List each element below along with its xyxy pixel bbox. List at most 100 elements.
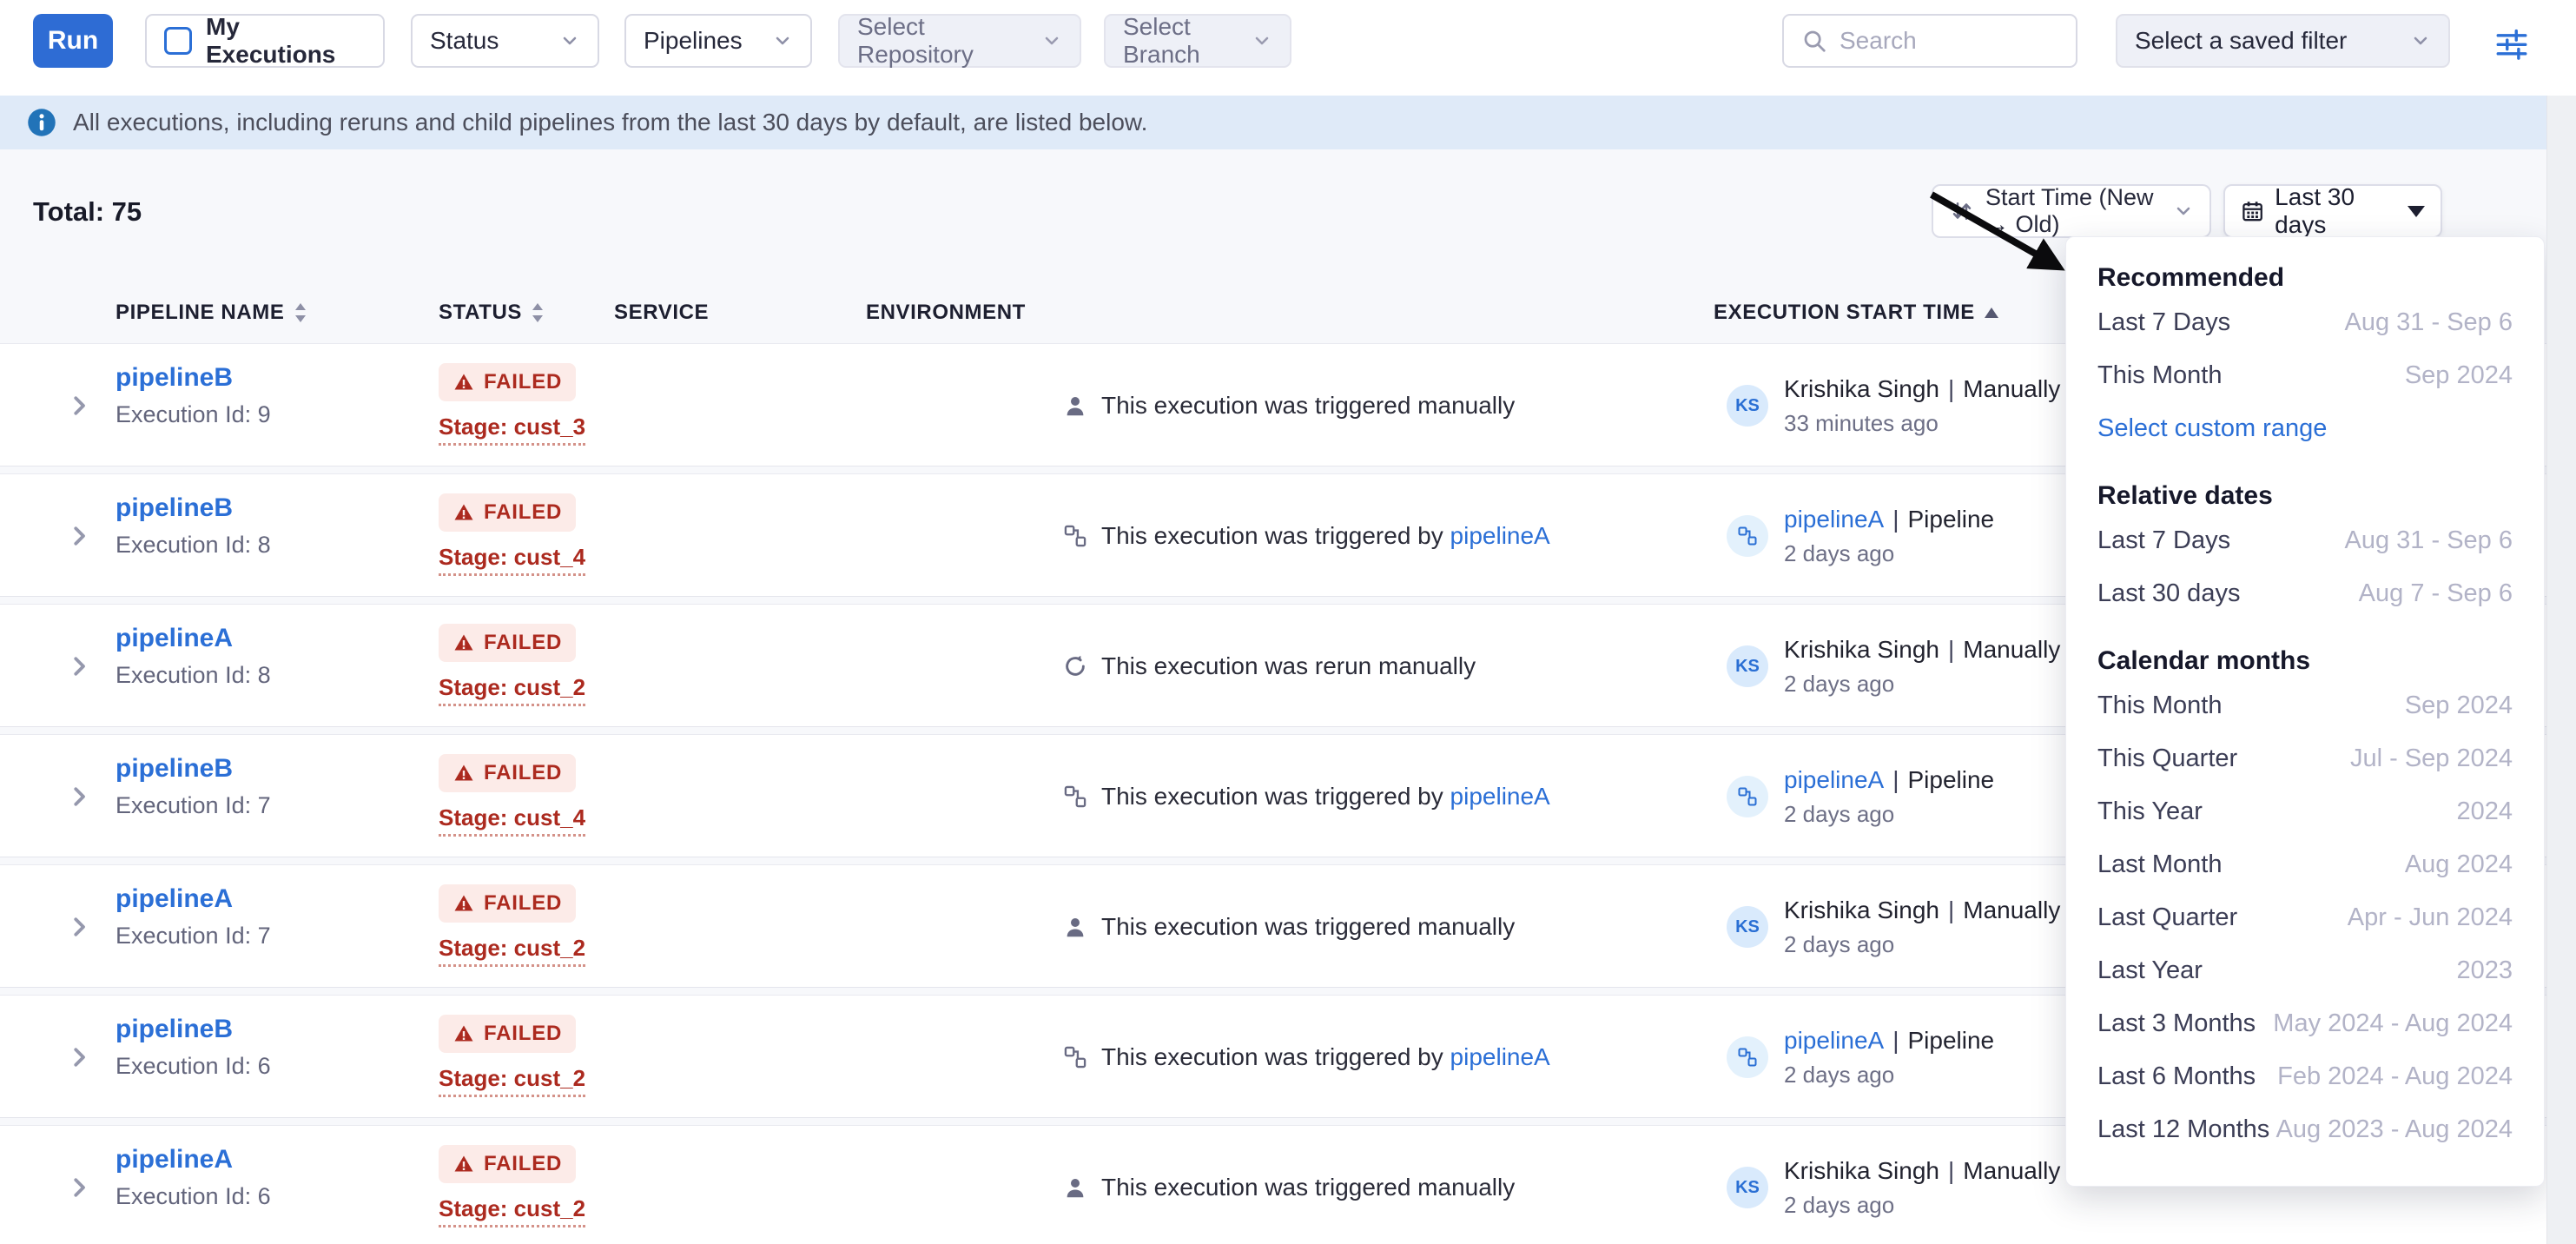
pipeline-name-link[interactable]: pipelineB	[116, 754, 233, 783]
pipelines-filter-select[interactable]: Pipelines	[624, 14, 812, 68]
search-input[interactable]	[1840, 27, 2048, 55]
date-range-option-label: Last Month	[2097, 850, 2222, 879]
my-executions-checkbox[interactable]	[164, 27, 192, 55]
pipeline-name-link[interactable]: pipelineB	[116, 1015, 233, 1043]
date-range-option-value: 2023	[2456, 956, 2513, 985]
pipeline-name-link[interactable]: pipelineA	[116, 1145, 233, 1174]
pipeline-name-cell: pipelineB Execution Id: 7	[116, 754, 271, 819]
trigger-text-plain: This execution was triggered manually	[1101, 913, 1515, 940]
user-icon	[1062, 393, 1088, 419]
date-range-option[interactable]: Last 7 Days Aug 31 - Sep 6	[2097, 296, 2513, 349]
status-filter-select[interactable]: Status	[411, 14, 599, 68]
saved-filter-select[interactable]: Select a saved filter	[2116, 14, 2450, 68]
failed-stage-link[interactable]: Stage: cust_4	[439, 804, 585, 837]
row-expander-icon[interactable]	[66, 782, 92, 816]
menu-section: Relative dates Last 7 Days Aug 31 - Sep …	[2097, 478, 2513, 620]
pipeline-name-link[interactable]: pipelineB	[116, 363, 233, 392]
date-range-option[interactable]: Last 6 Months Feb 2024 - Aug 2024	[2097, 1050, 2513, 1103]
date-range-option[interactable]: Last 30 days Aug 7 - Sep 6	[2097, 567, 2513, 620]
pipeline-name-cell: pipelineB Execution Id: 6	[116, 1015, 271, 1080]
trigger-icon-wrap	[1061, 524, 1089, 548]
triggered-by-name[interactable]: pipelineA	[1784, 1027, 1884, 1055]
start-time-cell: pipelineA | Pipeline 2 days ago	[1727, 996, 1994, 1119]
date-range-menu: Recommended Last 7 Days Aug 31 - Sep 6 T…	[2065, 236, 2545, 1187]
run-button[interactable]: Run	[33, 14, 113, 68]
execution-id: Execution Id: 7	[116, 923, 271, 950]
triggered-by-name[interactable]: pipelineA	[1784, 766, 1884, 794]
date-range-option[interactable]: Last 3 Months May 2024 - Aug 2024	[2097, 997, 2513, 1050]
date-range-option[interactable]: Last Year 2023	[2097, 944, 2513, 997]
row-expander-icon[interactable]	[66, 652, 92, 685]
trigger-text: This execution was triggered by pipeline…	[1101, 1043, 1550, 1071]
trigger-pipeline-link[interactable]: pipelineA	[1450, 522, 1550, 549]
my-executions-toggle[interactable]: My Executions	[145, 14, 385, 68]
failed-stage-link[interactable]: Stage: cust_3	[439, 414, 585, 446]
column-label: SERVICE	[614, 301, 709, 325]
column-header-execution-start-time[interactable]: EXECUTION START TIME	[1714, 301, 1999, 325]
row-expander-icon[interactable]	[66, 912, 92, 946]
triggered-by-name: Krishika Singh	[1784, 375, 1939, 403]
date-range-option[interactable]: This Year 2024	[2097, 785, 2513, 838]
date-range-option[interactable]: Last 12 Months Aug 2023 - Aug 2024	[2097, 1103, 2513, 1156]
trigger-text: This execution was triggered manually	[1101, 913, 1515, 941]
user-icon	[1062, 914, 1088, 940]
date-range-option[interactable]: Select custom range	[2097, 402, 2513, 455]
branch-filter-label: Select Branch	[1123, 13, 1252, 69]
chevron-down-icon	[1041, 30, 1062, 51]
date-range-option-value: May 2024 - Aug 2024	[2273, 1009, 2513, 1038]
date-range-option-value: Aug 31 - Sep 6	[2345, 308, 2513, 337]
chevron-down-icon	[2410, 30, 2431, 51]
date-range-option[interactable]: Last 7 Days Aug 31 - Sep 6	[2097, 514, 2513, 567]
pipeline-name-link[interactable]: pipelineA	[116, 624, 233, 652]
execution-time-ago: 2 days ago	[1784, 801, 1994, 828]
trigger-icon-wrap	[1061, 393, 1089, 419]
filter-settings-button[interactable]	[2489, 21, 2534, 66]
date-range-option-label: Last 6 Months	[2097, 1062, 2256, 1091]
sort-both-icon	[294, 301, 307, 324]
trigger-type: Manually	[1963, 1157, 2060, 1185]
date-range-option[interactable]: Last Month Aug 2024	[2097, 838, 2513, 891]
start-time-cell: KS Krishika Singh | Manually 2 days ago	[1727, 865, 2060, 989]
execution-time-ago: 2 days ago	[1784, 671, 2060, 698]
failed-stage-link[interactable]: Stage: cust_2	[439, 1195, 585, 1227]
trigger-text-plain: This execution was triggered by	[1101, 522, 1450, 549]
date-range-option[interactable]: This Month Sep 2024	[2097, 349, 2513, 402]
row-expander-icon[interactable]	[66, 1173, 92, 1207]
sort-select[interactable]: Start Time (New → Old)	[1932, 184, 2211, 238]
date-range-option[interactable]: This Quarter Jul - Sep 2024	[2097, 732, 2513, 785]
scrollbar-track[interactable]	[2546, 96, 2576, 1244]
pipeline-name-cell: pipelineA Execution Id: 8	[116, 624, 271, 689]
pipeline-name-cell: pipelineA Execution Id: 6	[116, 1145, 271, 1210]
row-expander-icon[interactable]	[66, 521, 92, 555]
date-range-option[interactable]: Last Quarter Apr - Jun 2024	[2097, 891, 2513, 944]
column-header-pipeline-name[interactable]: PIPELINE NAME	[116, 301, 307, 325]
failed-stage-link[interactable]: Stage: cust_4	[439, 544, 585, 576]
date-range-button[interactable]: Last 30 days	[2223, 184, 2442, 238]
chevron-down-icon	[2173, 201, 2194, 222]
trigger-cell: This execution was triggered by pipeline…	[1061, 996, 1550, 1119]
column-header-service: SERVICE	[614, 301, 709, 325]
status-badge: FAILED	[439, 624, 576, 662]
failed-stage-link[interactable]: Stage: cust_2	[439, 935, 585, 967]
failed-stage-link[interactable]: Stage: cust_2	[439, 1065, 585, 1097]
status-cell: FAILED Stage: cust_2	[439, 1015, 585, 1097]
status-text: FAILED	[484, 631, 562, 655]
triggered-by-line: Krishika Singh | Manually	[1784, 897, 2060, 924]
trigger-text: This execution was rerun manually	[1101, 652, 1476, 680]
triggered-by-name[interactable]: pipelineA	[1784, 506, 1884, 533]
date-range-option[interactable]: This Month Sep 2024	[2097, 679, 2513, 732]
failed-stage-link[interactable]: Stage: cust_2	[439, 674, 585, 706]
branch-filter-select[interactable]: Select Branch	[1104, 14, 1291, 68]
row-expander-icon[interactable]	[66, 1042, 92, 1076]
column-header-status[interactable]: STATUS	[439, 301, 545, 325]
trigger-pipeline-link[interactable]: pipelineA	[1450, 783, 1550, 810]
repository-filter-select[interactable]: Select Repository	[838, 14, 1081, 68]
status-badge: FAILED	[439, 1145, 576, 1183]
trigger-type: Pipeline	[1907, 1027, 1994, 1055]
trigger-pipeline-link[interactable]: pipelineA	[1450, 1043, 1550, 1070]
pipeline-name-link[interactable]: pipelineB	[116, 493, 233, 522]
date-range-option-label: This Month	[2097, 361, 2222, 390]
pipeline-name-link[interactable]: pipelineA	[116, 884, 233, 913]
separator: |	[1948, 897, 1954, 924]
row-expander-icon[interactable]	[66, 391, 92, 425]
